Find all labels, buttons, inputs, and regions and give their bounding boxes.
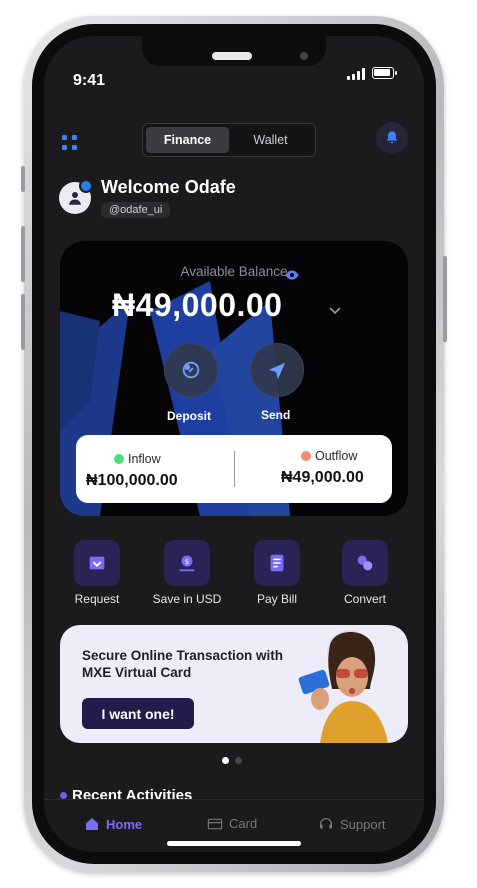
username-handle: @odafe_ui [101, 202, 171, 218]
divider [234, 451, 235, 487]
inflow-label: Inflow [128, 452, 161, 466]
headset-icon [320, 818, 332, 829]
phone-frame: 9:41 Finance Wallet Welcome Odafe @odafe… [21, 16, 447, 872]
tab-finance[interactable]: Finance [146, 127, 229, 153]
nav-home[interactable]: Home [84, 816, 142, 832]
outflow-label: Outflow [315, 449, 358, 463]
convert-action[interactable]: Convert [325, 540, 405, 606]
home-icon [86, 818, 98, 830]
verified-badge-icon [79, 179, 93, 193]
send-button[interactable] [250, 343, 304, 397]
volume-down-button [21, 294, 25, 350]
promo-title: Secure Online Transaction with MXE Virtu… [82, 648, 284, 680]
svg-text:$: $ [185, 557, 190, 566]
request-label: Request [74, 592, 120, 606]
deposit-button[interactable] [164, 343, 218, 397]
convert-label: Convert [343, 592, 387, 606]
volume-up-button [21, 226, 25, 282]
notification-bell-icon[interactable] [376, 122, 408, 154]
pay-bill-action[interactable]: Pay Bill [237, 540, 317, 606]
tab-wallet[interactable]: Wallet [229, 127, 312, 153]
inflow-outflow-card: Inflow ₦100,000.00 Outflow ₦49,000.00 [76, 435, 392, 503]
carousel-dots[interactable] [222, 757, 242, 764]
home-indicator[interactable] [167, 841, 301, 846]
status-time: 9:41 [73, 72, 106, 89]
deposit-icon [182, 361, 200, 379]
send-icon [268, 362, 286, 380]
carousel-dot[interactable] [235, 757, 242, 764]
promo-cta-button[interactable]: I want one! [82, 698, 194, 729]
nav-support[interactable]: Support [318, 816, 386, 832]
save-in-usd-label: Save in USD [152, 592, 222, 606]
promo-banner[interactable]: Secure Online Transaction with MXE Virtu… [60, 625, 408, 743]
pay-bill-label: Pay Bill [256, 592, 297, 606]
send-label: Send [261, 408, 291, 422]
card-icon [207, 818, 223, 829]
eye-icon[interactable] [284, 268, 300, 286]
request-action[interactable]: Request [57, 540, 137, 606]
save-in-usd-action[interactable]: $ Save in USD [147, 540, 227, 606]
inflow-dot-icon [114, 454, 124, 464]
request-icon [74, 540, 120, 586]
convert-icon [342, 540, 388, 586]
app-screen: 9:41 Finance Wallet Welcome Odafe @odafe… [44, 36, 424, 852]
welcome-title: Welcome Odafe [101, 177, 236, 197]
menu-grid-icon[interactable] [62, 135, 78, 151]
notch [142, 36, 326, 66]
battery-icon [372, 67, 397, 79]
deposit-label: Deposit [167, 409, 212, 423]
speaker-grille [212, 52, 252, 60]
nav-support-label: Support [340, 816, 386, 832]
power-button [443, 256, 447, 342]
balance-card: Available Balance ₦49,000.00 Deposit Sen… [60, 241, 408, 516]
bill-icon [254, 540, 300, 586]
carousel-dot-active[interactable] [222, 757, 229, 764]
dollar-savings-icon: $ [164, 540, 210, 586]
nav-home-label: Home [106, 816, 143, 832]
inflow-value: ₦100,000.00 [86, 472, 178, 489]
front-camera [300, 52, 308, 60]
nav-card[interactable]: Card [207, 816, 257, 831]
promo-person-image [298, 630, 388, 743]
chevron-down-icon[interactable] [328, 303, 342, 321]
side-button [21, 166, 25, 192]
nav-card-label: Card [229, 816, 258, 831]
outflow-value: ₦49,000.00 [281, 469, 364, 486]
available-balance-label: Available Balance [180, 264, 288, 279]
balance-amount: ₦49,000.00 [112, 287, 283, 323]
outflow-dot-icon [301, 451, 311, 461]
signal-icon [347, 68, 365, 80]
finance-wallet-toggle: Finance Wallet [142, 123, 316, 157]
